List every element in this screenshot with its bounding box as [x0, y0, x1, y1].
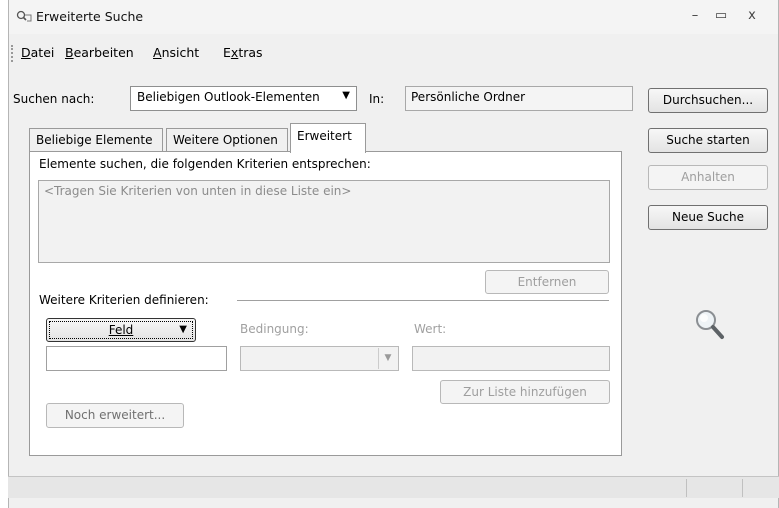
browse-button[interactable]: Durchsuchen...: [648, 88, 768, 113]
tab-beliebige-elemente[interactable]: Beliebige Elemente: [29, 128, 163, 152]
menu-ansicht-rest: nsicht: [161, 45, 200, 60]
section-divider: [237, 300, 609, 301]
close-button[interactable]: x: [740, 8, 764, 26]
magnifier-icon: [693, 307, 727, 346]
field-dropdown-button[interactable]: Feld ▼: [46, 318, 196, 342]
maximize-button[interactable]: ▭: [709, 8, 733, 26]
toolbar-grip[interactable]: [11, 45, 14, 62]
condition-select[interactable]: ▼: [240, 346, 399, 371]
search-for-value: Beliebigen Outlook-Elementen: [137, 90, 320, 104]
chevron-down-icon: ▼: [378, 348, 397, 369]
menu-datei-mnemonic: D: [21, 45, 31, 60]
field-button-label: Feld: [108, 323, 134, 337]
search-for-label: Suchen nach:: [13, 92, 95, 106]
search-folder-icon: [15, 9, 33, 25]
status-divider: [686, 479, 687, 497]
menu-extras[interactable]: Extras: [223, 45, 263, 60]
tab-weitere-optionen[interactable]: Weitere Optionen: [166, 128, 288, 152]
value-input[interactable]: [412, 346, 610, 371]
menu-extras-rest: tras: [238, 45, 263, 60]
menu-bearbeiten-mnemonic: B: [65, 45, 74, 60]
title-bar: Erweiterte Suche – ▭ x: [9, 0, 778, 34]
start-search-button[interactable]: Suche starten: [648, 128, 768, 153]
in-folder-field[interactable]: Persönliche Ordner: [405, 86, 633, 111]
stop-button[interactable]: Anhalten: [648, 165, 768, 190]
menu-bar: Datei Bearbeiten Ansicht Extras: [9, 42, 778, 64]
remove-button[interactable]: Entfernen: [485, 270, 609, 294]
menu-bearbeiten[interactable]: Bearbeiten: [65, 45, 134, 60]
field-name-input[interactable]: [46, 346, 227, 371]
menu-bearbeiten-rest: earbeiten: [73, 45, 134, 60]
chevron-down-icon: ▼: [179, 324, 187, 335]
menu-datei[interactable]: Datei: [21, 45, 54, 60]
value-label: Wert:: [414, 322, 447, 336]
criteria-heading: Elemente suchen, die folgenden Kriterien…: [39, 157, 371, 171]
criteria-placeholder: <Tragen Sie Kriterien von unten in diese…: [44, 184, 352, 198]
status-divider: [742, 479, 743, 497]
condition-label: Bedingung:: [240, 322, 309, 336]
define-criteria-heading: Weitere Kriterien definieren:: [39, 293, 209, 307]
in-folder-value: Persönliche Ordner: [411, 90, 526, 104]
menu-extras-prefix: E: [223, 45, 231, 60]
chevron-down-icon: ▼: [342, 90, 350, 101]
minimize-button[interactable]: –: [683, 8, 707, 26]
menu-ansicht[interactable]: Ansicht: [153, 45, 199, 60]
status-bar: [8, 476, 779, 498]
new-search-button[interactable]: Neue Suche: [648, 205, 768, 230]
window-title: Erweiterte Suche: [36, 9, 144, 24]
add-to-list-button[interactable]: Zur Liste hinzufügen: [440, 380, 610, 404]
tab-erweitert[interactable]: Erweitert: [290, 123, 366, 153]
menu-datei-rest: atei: [30, 45, 55, 60]
more-advanced-button[interactable]: Noch erweitert...: [46, 403, 184, 428]
search-for-select[interactable]: Beliebigen Outlook-Elementen ▼: [130, 86, 357, 111]
criteria-list[interactable]: <Tragen Sie Kriterien von unten in diese…: [38, 180, 610, 263]
menu-ansicht-mnemonic: A: [153, 45, 162, 60]
in-label: In:: [369, 92, 385, 106]
